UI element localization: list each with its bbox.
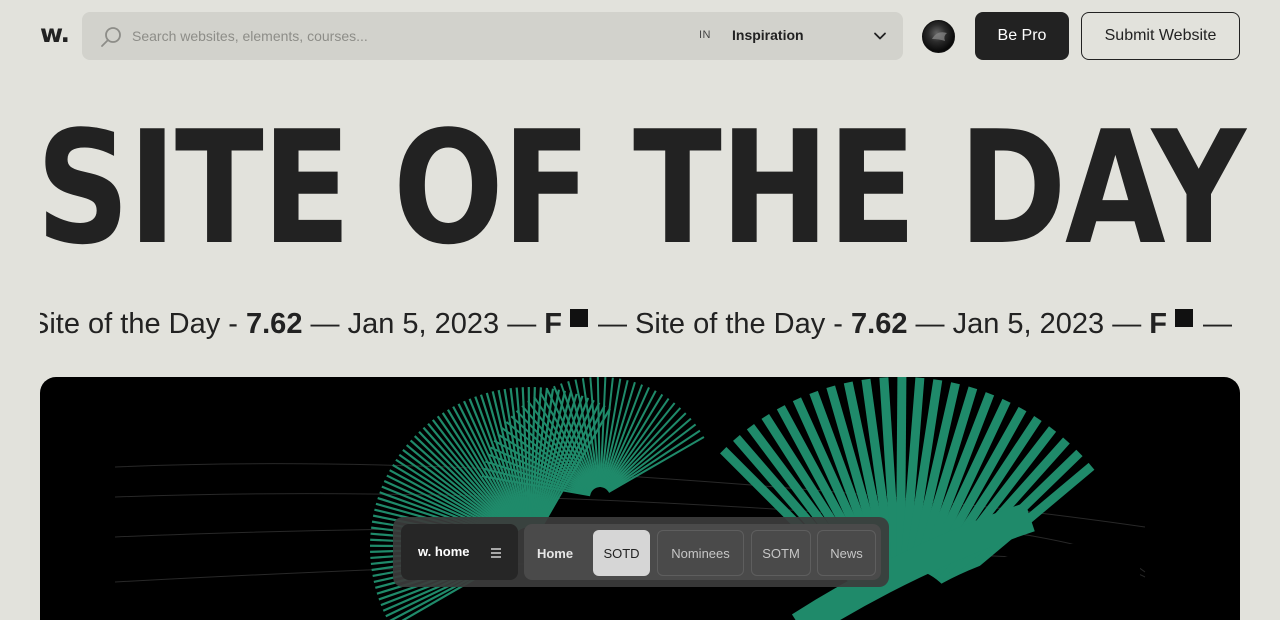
search-icon [101, 27, 121, 47]
artwork-stroke [527, 386, 531, 528]
tab-sotd[interactable]: SOTD [593, 530, 650, 576]
page: w. IN Inspiration Be Pro Submit Website … [0, 0, 1280, 620]
chevron-down-icon [874, 32, 886, 40]
ticker: Site of the Day - 7.62 — Jan 5, 2023 — F… [40, 306, 1240, 350]
ticker-date: — Jan 5, 2023 — [907, 308, 1150, 340]
page-title: SITE OF THE DAY [36, 97, 1246, 279]
be-pro-button[interactable]: Be Pro [975, 12, 1069, 60]
ticker-label: — Site of the Day - [597, 308, 852, 340]
ticker-score: 7.62 [246, 308, 303, 340]
ticker-label: Site of the Day - [40, 308, 246, 340]
search-scope-prefix: IN [699, 29, 711, 41]
search-bar[interactable]: IN Inspiration [82, 12, 903, 60]
ticker-track: Site of the Day - 7.62 — Jan 5, 2023 — F… [40, 308, 1240, 341]
tab-home[interactable]: Home [528, 530, 582, 576]
ticker-site[interactable]: F [544, 308, 562, 340]
ticker-item: — Site of the Day - 7.62 — Jan 5, 2023 —… [597, 308, 1194, 341]
home-menu-button[interactable]: w. home [401, 524, 518, 580]
avatar[interactable] [922, 20, 955, 53]
ticker-item: — Site o [1203, 308, 1240, 341]
site-logo[interactable]: w. [40, 19, 70, 48]
square-icon [1175, 309, 1194, 327]
menu-icon [491, 548, 501, 558]
ticker-score: 7.62 [851, 308, 908, 340]
ticker-date: — Jan 5, 2023 — [302, 308, 545, 340]
tab-nominees[interactable]: Nominees [657, 530, 744, 576]
avatar-image [932, 32, 947, 41]
ticker-item: Site of the Day - 7.62 — Jan 5, 2023 — F [40, 308, 588, 341]
tab-sotm[interactable]: SOTM [751, 530, 811, 576]
artwork-stroke [895, 377, 907, 568]
search-input[interactable] [132, 12, 712, 60]
search-scope-select[interactable]: Inspiration [732, 12, 903, 60]
home-menu-label: w. home [418, 544, 470, 559]
ticker-site[interactable]: F [1149, 308, 1167, 340]
ticker-label: — Site o [1203, 308, 1240, 340]
nav-tabs: Home SOTD Nominees SOTM News [524, 524, 881, 580]
artwork-stroke [606, 412, 687, 491]
search-scope-value: Inspiration [732, 27, 804, 43]
floating-nav: w. home Home SOTD Nominees SOTM News [393, 517, 889, 587]
tab-news[interactable]: News [817, 530, 876, 576]
square-icon [569, 309, 588, 327]
submit-website-button[interactable]: Submit Website [1081, 12, 1240, 60]
